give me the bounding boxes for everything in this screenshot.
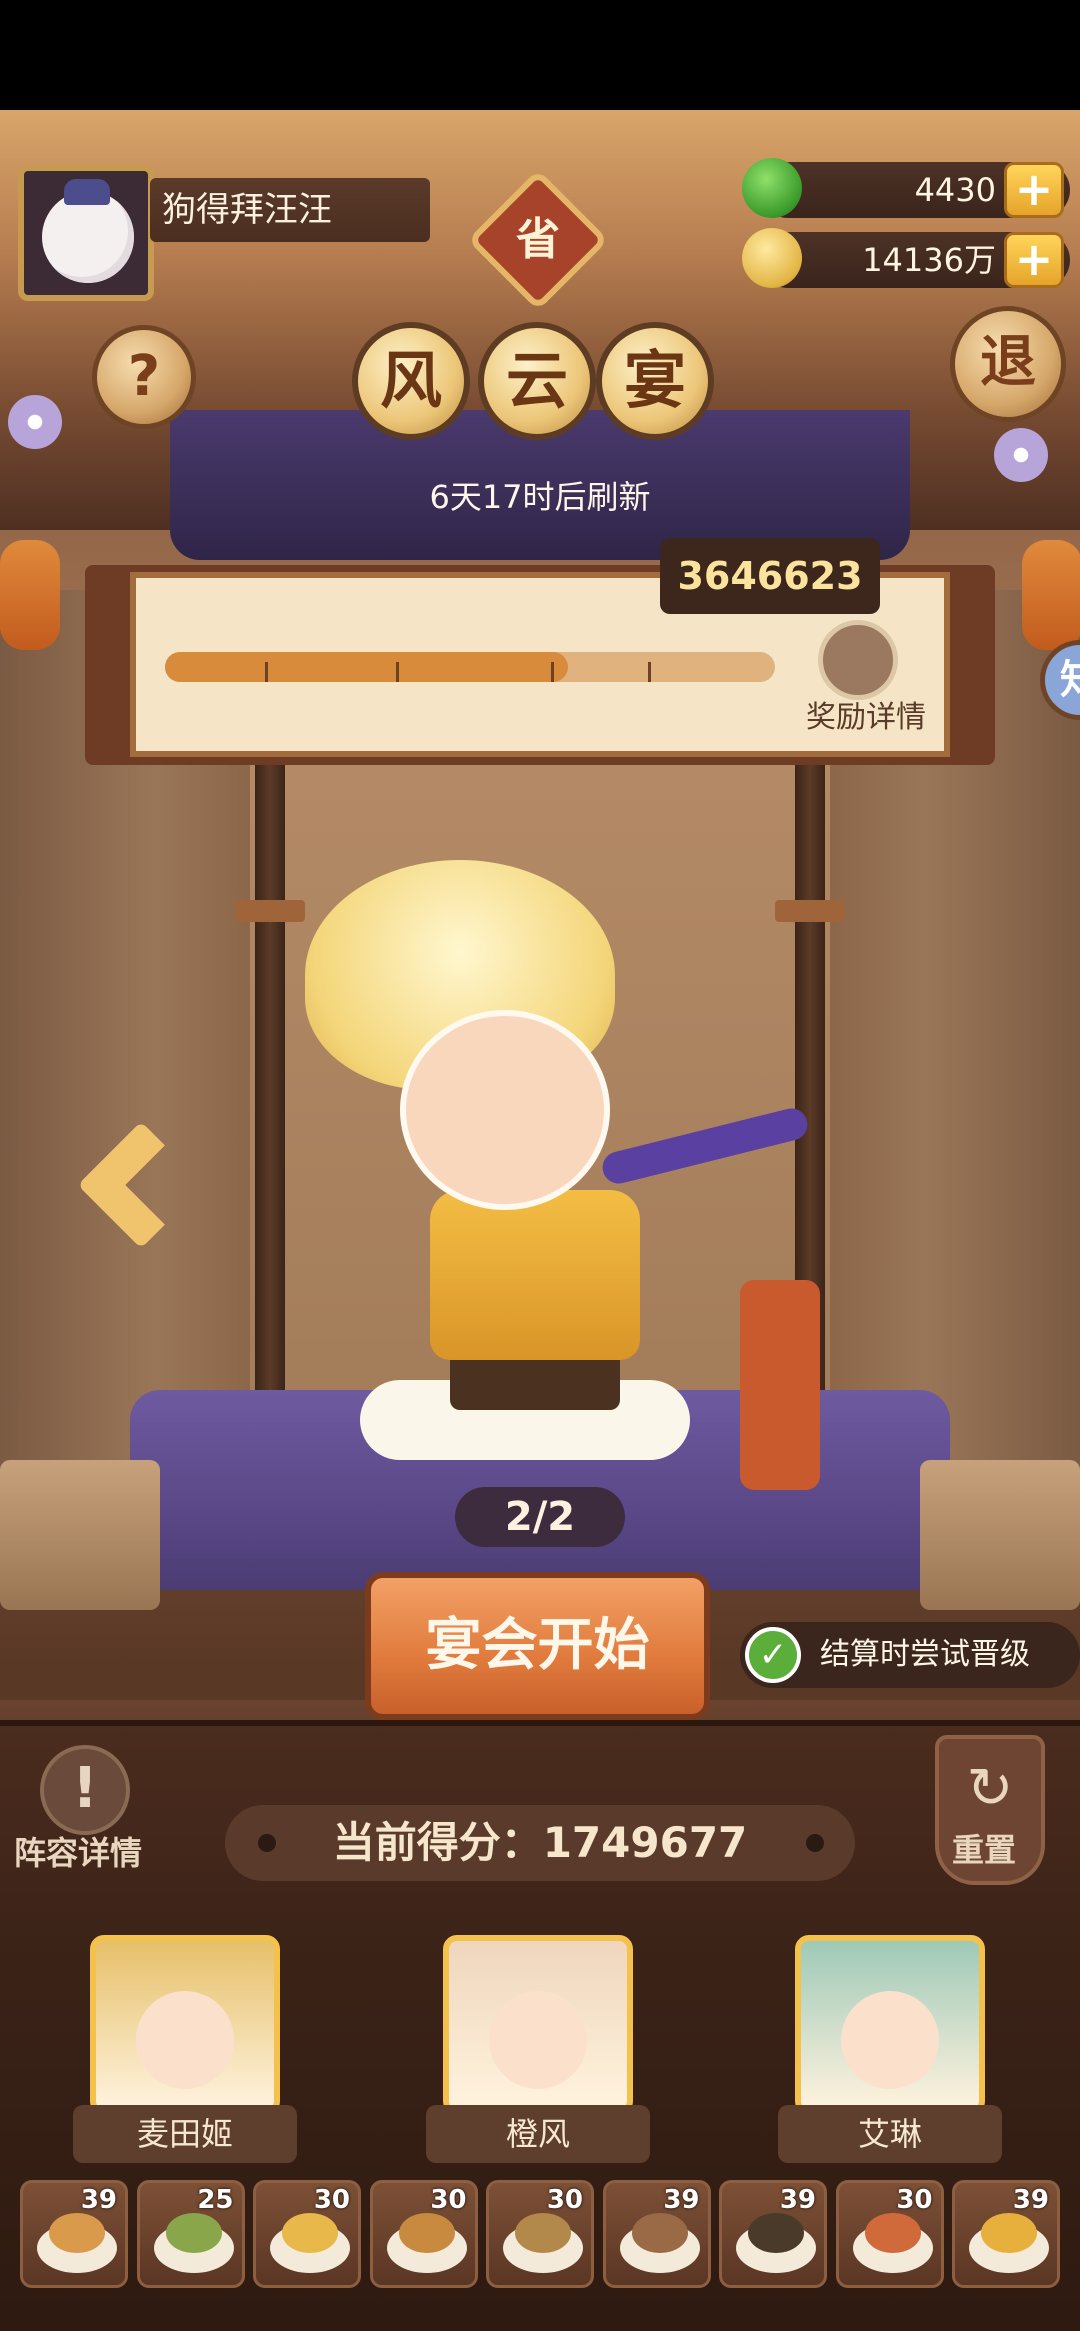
dish-food <box>631 2213 688 2253</box>
pillar-band <box>775 900 845 922</box>
progress-tick <box>551 662 554 682</box>
province-badge-label: 省 <box>516 214 560 265</box>
player-avatar[interactable] <box>18 165 154 301</box>
score-dot <box>258 1834 276 1852</box>
lineup-details-button[interactable]: 阵容详情 <box>14 1828 142 1874</box>
start-banquet-button[interactable]: 宴会开始 <box>365 1572 710 1720</box>
dish-level: 30 <box>313 2185 350 2215</box>
dish-slot[interactable]: 39 <box>602 2180 711 2288</box>
lantern-left <box>0 540 60 650</box>
lantern-right <box>1022 540 1080 650</box>
hero-name: 麦田姬 <box>73 2105 297 2163</box>
coin-icon <box>742 228 802 288</box>
dish-level: 30 <box>896 2185 933 2215</box>
dish-food <box>515 2213 571 2253</box>
dish-food <box>49 2213 105 2253</box>
title-char-1: 风 <box>352 322 470 440</box>
title-char-2: 云 <box>478 322 596 440</box>
dish-level: 39 <box>1012 2185 1049 2215</box>
dish-food <box>398 2213 455 2253</box>
add-apples-button[interactable]: + <box>1004 162 1064 218</box>
progress-tick <box>396 662 399 682</box>
apple-count: 4430 <box>914 171 996 209</box>
pillar-band <box>235 900 305 922</box>
dish-slot[interactable]: 39 <box>719 2180 827 2288</box>
hero-card[interactable] <box>443 1935 633 2115</box>
dish-slot[interactable]: 30 <box>369 2180 478 2288</box>
dish-slot[interactable]: 39 <box>20 2180 128 2288</box>
flower-decoration <box>8 395 62 449</box>
dish-level: 25 <box>197 2185 234 2215</box>
title-char-3: 宴 <box>596 322 714 440</box>
hero-portrait <box>136 1991 234 2089</box>
dish-slot[interactable]: 30 <box>253 2180 361 2288</box>
dish-level: 39 <box>80 2185 117 2215</box>
character-banner <box>740 1280 820 1490</box>
dish-level: 39 <box>779 2185 816 2215</box>
exit-button[interactable]: 退 <box>950 306 1066 422</box>
hero-portrait <box>489 1991 587 2089</box>
help-button[interactable]: ? <box>92 325 196 429</box>
reward-details-button[interactable]: 奖励详情 <box>796 692 936 736</box>
player-name: 狗得拜汪汪 <box>150 178 430 242</box>
dish-level: 30 <box>430 2185 467 2215</box>
character-page-indicator: 2/2 <box>455 1487 625 1547</box>
reward-chest-icon[interactable] <box>818 620 898 700</box>
auto-promote-label: 结算时尝试晋级 <box>820 1637 1030 1672</box>
dish-food <box>981 2213 1037 2253</box>
bench-left <box>0 1460 160 1610</box>
character-body <box>430 1190 640 1360</box>
dish-slot[interactable]: 30 <box>486 2180 594 2288</box>
character-face[interactable] <box>400 1010 610 1210</box>
check-icon[interactable]: ✓ <box>745 1627 801 1683</box>
score-progress-fill <box>165 652 568 682</box>
current-score: 当前得分：1749677 <box>225 1805 855 1881</box>
progress-tick <box>265 662 268 682</box>
dish-food <box>165 2213 222 2253</box>
hero-name: 艾琳 <box>778 2105 1002 2163</box>
dish-slot[interactable]: 39 <box>952 2180 1060 2288</box>
dish-slot[interactable]: 25 <box>136 2180 245 2288</box>
dish-level: 30 <box>546 2185 583 2215</box>
dish-slot[interactable]: 30 <box>835 2180 944 2288</box>
avatar-hat <box>64 179 110 205</box>
dish-food <box>864 2213 921 2253</box>
pillar-left <box>255 660 285 1440</box>
target-score: 3646623 <box>660 538 880 614</box>
dish-level: 39 <box>663 2185 700 2215</box>
hero-card[interactable] <box>90 1935 280 2115</box>
hero-card[interactable] <box>795 1935 985 2115</box>
dish-food <box>282 2213 338 2253</box>
score-dot <box>806 1834 824 1852</box>
info-icon[interactable]: ! <box>40 1745 130 1835</box>
reset-button[interactable]: 重置 <box>952 1825 1016 1871</box>
dish-food <box>748 2213 804 2253</box>
flower-decoration <box>994 428 1048 482</box>
add-coins-button[interactable]: + <box>1004 232 1064 288</box>
apple-icon <box>742 158 802 218</box>
refresh-timer: 6天17时后刷新 <box>429 478 651 516</box>
bench-right <box>920 1460 1080 1610</box>
hero-name: 橙风 <box>426 2105 650 2163</box>
hero-portrait <box>841 1991 939 2089</box>
coin-count: 14136万 <box>862 241 996 279</box>
progress-tick <box>648 662 651 682</box>
